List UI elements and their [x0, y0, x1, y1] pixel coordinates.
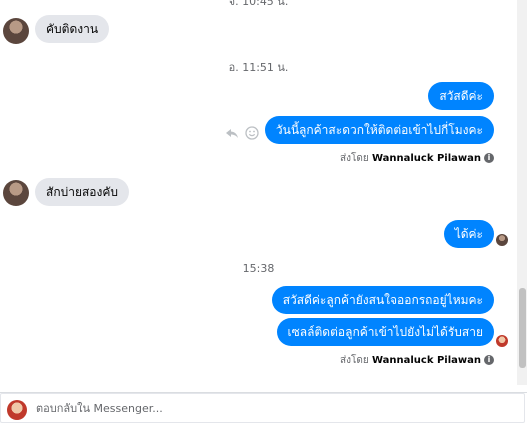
sent-by-label: ส่งโดย Wannaluck Pilawan i [340, 353, 494, 368]
outgoing-message[interactable]: วันนี้ลูกค้าสะดวกให้ติดต่อเข้าไปกี่โมงคะ [264, 116, 494, 144]
sender-name[interactable]: Wannaluck Pilawan [372, 355, 481, 366]
scrollbar[interactable] [517, 0, 527, 385]
contact-avatar[interactable] [3, 18, 29, 44]
outgoing-message[interactable]: เซลล์ติดต่อลูกค้าเข้าไปยังไม่ได้รับสาย [276, 318, 494, 346]
info-icon[interactable]: i [484, 153, 494, 163]
timestamp: 15:38 [242, 262, 275, 275]
sent-by-prefix: ส่งโดย [340, 153, 369, 164]
reply-input[interactable] [36, 399, 516, 417]
outgoing-message[interactable]: ได้ค่ะ [443, 220, 494, 248]
seen-avatar [496, 335, 508, 347]
incoming-message[interactable]: สักบ่ายสองคับ [35, 178, 130, 206]
info-icon[interactable]: i [484, 355, 494, 365]
smiley-icon[interactable] [245, 126, 259, 143]
incoming-message[interactable]: คับติดงาน [35, 15, 110, 43]
reply-icon[interactable] [225, 126, 239, 143]
sent-by-prefix: ส่งโดย [340, 355, 369, 366]
reply-composer [0, 392, 527, 423]
scrollbar-thumb[interactable] [519, 288, 526, 368]
seen-avatar [496, 234, 508, 246]
outgoing-message[interactable]: สวัสดีค่ะลูกค้ายังสนใจออกรถอยู่ไหมคะ [271, 286, 494, 314]
outgoing-message[interactable]: สวัสดีค่ะ [428, 82, 494, 110]
timestamp: จ. 10:45 น. [228, 0, 289, 8]
sender-name[interactable]: Wannaluck Pilawan [372, 153, 481, 164]
sent-by-label: ส่งโดย Wannaluck Pilawan i [340, 151, 494, 166]
user-avatar [7, 400, 27, 420]
contact-avatar[interactable] [3, 180, 29, 206]
timestamp: อ. 11:51 น. [228, 61, 289, 74]
message-thread[interactable]: จ. 10:45 น. คับติดงาน อ. 11:51 น. สวัสดี… [0, 0, 517, 382]
